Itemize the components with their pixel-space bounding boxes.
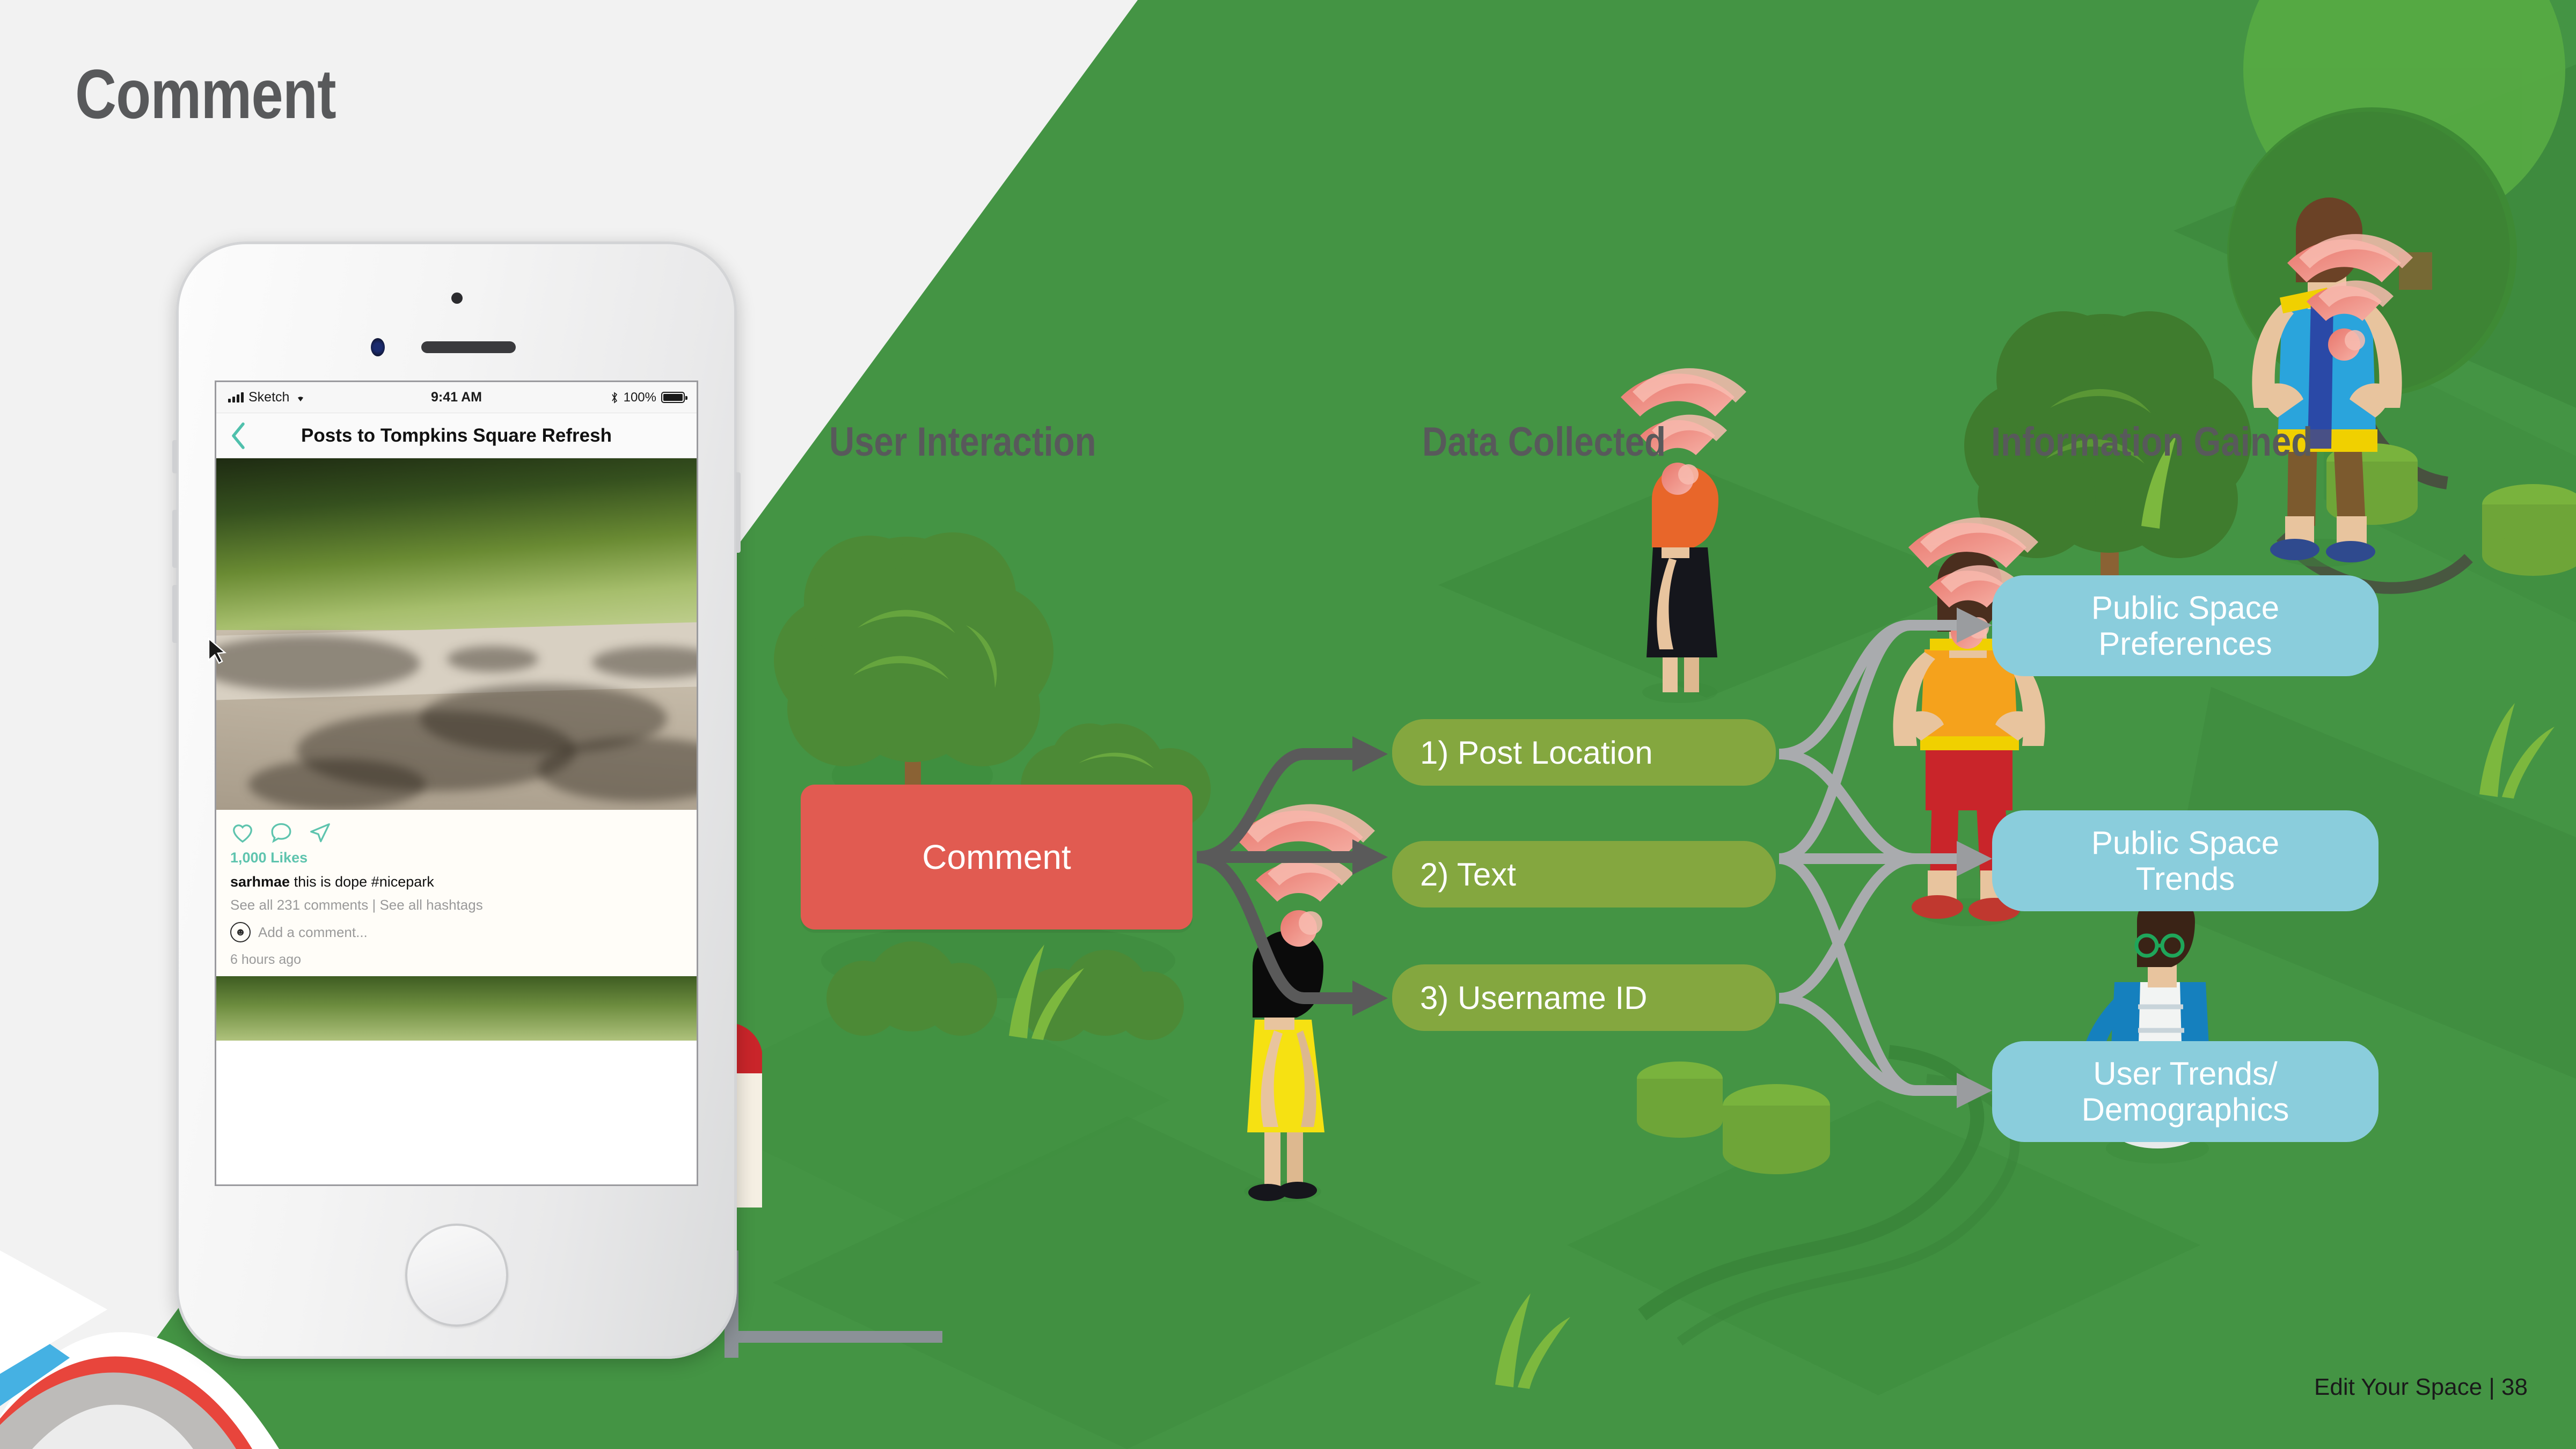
caption-text: this is dope #nicepark — [294, 874, 434, 890]
mouse-cursor — [208, 638, 226, 664]
info-box-line-2: Trends — [2135, 861, 2235, 897]
slide-footer: Edit Your Space | 38 — [2314, 1374, 2528, 1400]
post-sublinks[interactable]: See all 231 comments | See all hashtags — [216, 890, 697, 913]
column-header-user-interaction: User Interaction — [829, 419, 1096, 465]
phone-mockup: Sketch 9:41 AM 100% Posts to Tompkins Sq… — [172, 241, 741, 1359]
status-bar-right: 100% — [610, 390, 687, 405]
post-action-row — [216, 810, 697, 848]
phone-silent-switch[interactable] — [172, 440, 177, 473]
phone-nav-title: Posts to Tompkins Square Refresh — [301, 425, 612, 446]
info-box-user-trends-demographics[interactable]: User Trends/ Demographics — [1992, 1041, 2379, 1142]
info-box-line-1: Public Space — [2091, 824, 2280, 861]
phone-screen: Sketch 9:41 AM 100% Posts to Tompkins Sq… — [216, 382, 697, 1184]
phone-nav-bar: Posts to Tompkins Square Refresh — [216, 413, 697, 458]
caption-username[interactable]: sarhmae — [230, 874, 290, 890]
status-bar-left: Sketch — [228, 390, 307, 405]
info-box-line-2: Preferences — [2098, 626, 2272, 662]
post-caption: sarhmae this is dope #nicepark — [216, 866, 697, 890]
next-post-photo-preview — [216, 976, 697, 1041]
add-comment-row[interactable]: ☻ Add a comment... — [216, 913, 697, 942]
paper-plane-icon[interactable] — [308, 821, 332, 845]
status-bar: Sketch 9:41 AM 100% — [216, 382, 697, 413]
page-title: Comment — [75, 55, 336, 133]
battery-icon — [661, 392, 687, 403]
data-box-username-id[interactable]: 3) Username ID — [1392, 964, 1776, 1031]
info-box-line-1: Public Space — [2091, 589, 2280, 626]
post-photo — [216, 458, 697, 810]
user-avatar-icon: ☻ — [230, 922, 251, 942]
phone-power-button[interactable] — [736, 472, 741, 553]
phone-earpiece-speaker — [421, 341, 516, 353]
data-box-post-location[interactable]: 1) Post Location — [1392, 719, 1776, 786]
column-header-data-collected: Data Collected — [1422, 419, 1666, 465]
heart-icon[interactable] — [230, 821, 255, 845]
slide-canvas: Comment User Interaction Data Collected … — [0, 0, 2576, 1449]
phone-front-camera — [451, 292, 463, 304]
likes-count[interactable]: 1,000 Likes — [216, 848, 697, 866]
info-box-public-space-trends[interactable]: Public Space Trends — [1992, 810, 2379, 911]
carrier-label: Sketch — [248, 390, 290, 405]
bluetooth-icon — [611, 391, 617, 404]
add-comment-placeholder: Add a comment... — [258, 924, 368, 940]
signal-bars-icon — [228, 392, 244, 402]
battery-percent-label: 100% — [623, 390, 656, 405]
phone-proximity-sensor — [370, 338, 385, 356]
phone-volume-down-button[interactable] — [172, 585, 177, 643]
interaction-box-comment[interactable]: Comment — [801, 785, 1192, 930]
info-box-line-1: User Trends/ — [2093, 1055, 2278, 1092]
phone-volume-up-button[interactable] — [172, 510, 177, 568]
info-box-line-2: Demographics — [2081, 1092, 2289, 1128]
phone-home-button[interactable] — [405, 1224, 508, 1327]
speech-bubble-icon[interactable] — [269, 821, 294, 845]
chevron-left-icon[interactable] — [230, 422, 246, 450]
wifi-icon — [298, 396, 304, 401]
column-header-information-gained: Information Gained — [1991, 419, 2313, 465]
data-box-text[interactable]: 2) Text — [1392, 841, 1776, 908]
info-box-public-space-preferences[interactable]: Public Space Preferences — [1992, 575, 2379, 676]
post-timestamp: 6 hours ago — [216, 942, 697, 976]
